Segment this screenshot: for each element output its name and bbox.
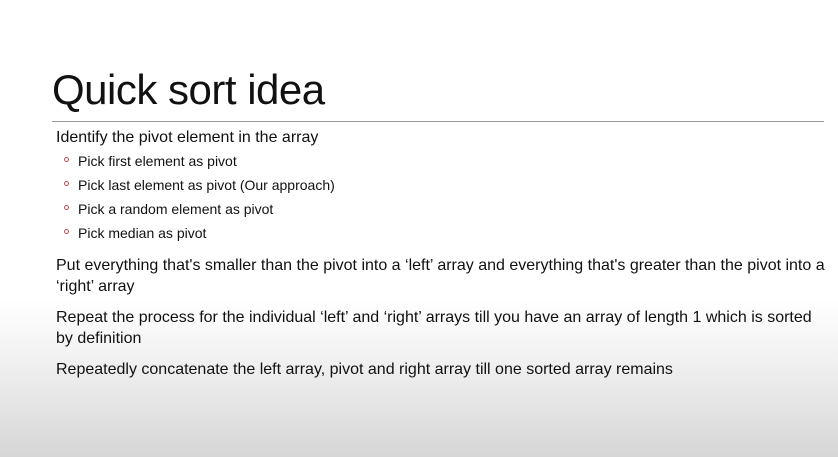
bullet-point-1: Identify the pivot element in the array: [56, 129, 319, 146]
sub-bullet-item: Pick median as pivot: [64, 224, 826, 242]
sub-bullet-text: Pick median as pivot: [78, 225, 207, 241]
sub-bullet-item: Pick last element as pivot (Our approach…: [64, 176, 826, 194]
sub-bullet-text: Pick last element as pivot (Our approach…: [78, 177, 335, 193]
circle-bullet-icon: [64, 157, 69, 162]
bullet-point-4: Repeatedly concatenate the left array, p…: [56, 361, 673, 378]
circle-bullet-icon: [64, 181, 69, 186]
slide-title: Quick sort idea: [52, 66, 325, 113]
slide: Quick sort idea Identify the pivot eleme…: [0, 0, 838, 457]
sub-bullet-item: Pick a random element as pivot: [64, 200, 826, 218]
bullet-point-2: Put everything that's smaller than the p…: [56, 257, 825, 295]
bullet-point-3: Repeat the process for the individual ‘l…: [56, 309, 812, 347]
sub-bullet-item: Pick first element as pivot: [64, 152, 826, 170]
sub-bullet-text: Pick a random element as pivot: [78, 201, 274, 217]
sub-bullet-list: Pick first element as pivot Pick last el…: [56, 152, 826, 242]
sub-bullet-text: Pick first element as pivot: [78, 153, 237, 169]
title-divider: [52, 121, 824, 122]
slide-content: Identify the pivot element in the array …: [56, 127, 826, 380]
circle-bullet-icon: [64, 229, 69, 234]
circle-bullet-icon: [64, 205, 69, 210]
